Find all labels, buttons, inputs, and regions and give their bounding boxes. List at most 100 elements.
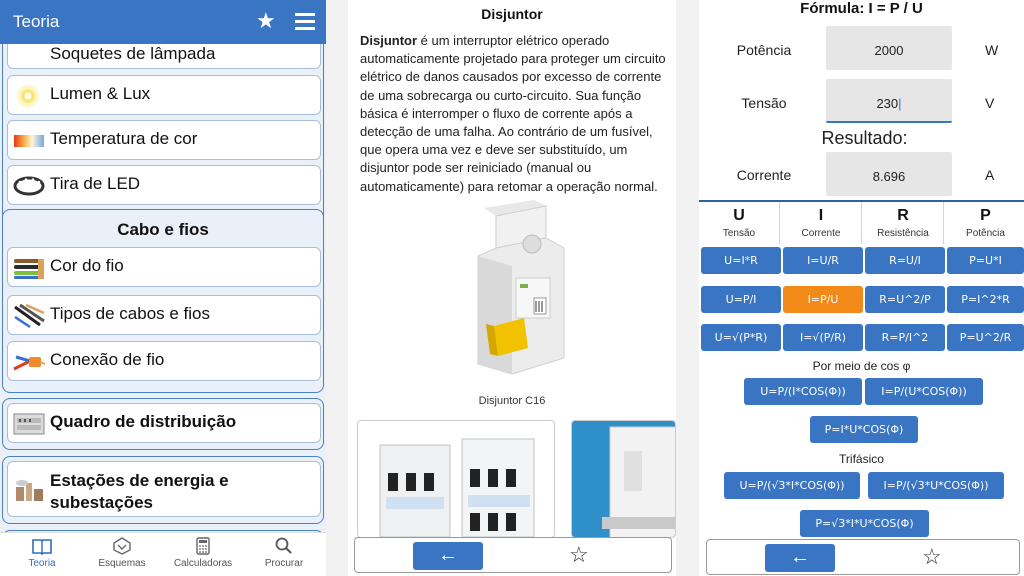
formula-button[interactable]: P=U^2/R [947, 324, 1024, 351]
current-label: Corrente [736, 167, 792, 183]
breaker-pair-image [379, 438, 535, 537]
back-button[interactable]: ← [413, 542, 483, 570]
text-cursor: | [898, 96, 902, 111]
arrow-left-icon: ← [438, 544, 458, 566]
formula-button[interactable]: I=U/R [783, 247, 863, 274]
list-item-label: Tira de LED [50, 174, 141, 193]
article-text: é um interruptor elétrico operado automa… [360, 33, 666, 194]
quantity-r: R Resistência [863, 202, 944, 244]
nav-theory[interactable]: Teoria [2, 537, 82, 569]
formula-button[interactable]: U=√(P*R) [701, 324, 781, 351]
quantity-i: I Corrente [781, 202, 862, 244]
list-item-label: Tipos de cabos e fios [50, 304, 211, 323]
nav-label: Esquemas [98, 558, 146, 569]
three-phase-title: Trifásico [839, 452, 884, 466]
cos-formula-button[interactable]: U=P/(I*COS(Φ)) [744, 378, 862, 405]
breaker-rail-image [572, 421, 675, 537]
schematic-icon [113, 537, 131, 555]
voltage-value: 230 [876, 96, 899, 111]
book-icon [32, 539, 52, 555]
three-phase-formula-button[interactable]: P=√3*I*U*COS(Φ) [800, 510, 929, 537]
star-outline-icon: ☆ [569, 542, 589, 567]
three-phase-formula-button[interactable]: U=P/(√3*I*COS(Φ)) [724, 472, 860, 499]
color-gradient-icon [14, 135, 44, 147]
current-unit: A [985, 167, 995, 183]
power-stations-group: Estações de energia e subestações [2, 456, 324, 524]
cos-phi-title: Por meio de cos φ [812, 359, 911, 373]
list-item-label-line1: Estações de energia e [50, 471, 229, 490]
list-item-color-temperature[interactable]: Temperatura de cor [7, 120, 321, 160]
list-item-label: Lumen & Lux [50, 84, 151, 103]
bottom-navigation: Teoria Esquemas Calculadoras Procurar [0, 532, 326, 576]
nav-search[interactable]: Procurar [244, 537, 324, 569]
power-unit: W [985, 42, 999, 58]
voltage-label: Tensão [741, 95, 787, 111]
power-label: Potência [736, 42, 792, 58]
result-label: Resultado: [821, 128, 908, 148]
nav-label: Calculadoras [173, 558, 233, 569]
three-phase-formula-button[interactable]: I=P/(√3*U*COS(Φ)) [868, 472, 1004, 499]
article-title: Disjuntor [481, 6, 543, 22]
list-item-label: Quadro de distribuição [50, 412, 237, 431]
quantity-symbol: U [733, 207, 745, 224]
quantity-name: Resistência [877, 228, 929, 239]
list-item-wire-connection[interactable]: Conexão de fio [7, 341, 321, 381]
calculator-icon [196, 537, 210, 555]
calculator-toolbar: ← ☆ [706, 539, 1020, 575]
nav-schematics[interactable]: Esquemas [82, 537, 162, 569]
formula-button[interactable]: P=I^2*R [947, 286, 1024, 313]
list-item-power-stations[interactable]: Estações de energia e subestações [7, 461, 321, 517]
favorite-button[interactable]: ☆ [922, 545, 942, 569]
list-item-label: Cor do fio [50, 256, 124, 275]
nav-calculators[interactable]: Calculadoras [163, 537, 243, 569]
cable-types-icon [14, 303, 45, 329]
star-icon[interactable]: ★ [256, 10, 276, 32]
led-strip-icon [13, 176, 45, 196]
list-item-led-strip[interactable]: Tira de LED [7, 165, 321, 205]
list-item-distribution-board[interactable]: Quadro de distribuição [7, 403, 321, 443]
quantity-header: U Tensão I Corrente R Resistência P Potência [699, 200, 1024, 244]
quantity-symbol: I [818, 207, 824, 224]
app-title: Teoria [13, 12, 60, 31]
topic-list[interactable]: Soquetes de lâmpada Lumen & Lux Temperat… [0, 44, 326, 532]
list-item-lumen-lux[interactable]: Lumen & Lux [7, 75, 321, 115]
arrow-left-icon: ← [790, 546, 810, 568]
formula-button[interactable]: R=P/I^2 [865, 324, 945, 351]
gallery-image-1[interactable] [357, 420, 555, 538]
quantity-symbol: P [980, 207, 991, 224]
list-item-label-line2: subestações [50, 493, 153, 512]
article-screen: Disjuntor Disjuntor é um interruptor elé… [348, 0, 676, 576]
circuit-breaker-image [477, 200, 565, 375]
panel-gap [326, 0, 348, 576]
voltage-unit: V [985, 95, 995, 111]
back-button[interactable]: ← [765, 544, 835, 572]
panel-gap [676, 0, 699, 576]
article-body: Disjuntor é um interruptor elétrico oper… [360, 32, 668, 196]
quantity-name: Potência [966, 228, 1005, 239]
list-item-wire-color[interactable]: Cor do fio [7, 247, 321, 287]
formula-button[interactable]: U=P/I [701, 286, 781, 313]
list-item-lamp-sockets[interactable]: Soquetes de lâmpada [7, 44, 321, 69]
voltage-input[interactable]: 230| [826, 79, 952, 123]
list-item-cable-types[interactable]: Tipos de cabos e fios [7, 295, 321, 335]
cos-formula-button[interactable]: P=I*U*COS(Φ) [810, 416, 918, 443]
formula-button[interactable]: R=U^2/P [865, 286, 945, 313]
article-toolbar: ← ☆ [354, 537, 672, 573]
gallery-image-2[interactable] [571, 420, 676, 538]
article-term: Disjuntor [360, 33, 418, 48]
formula-button[interactable]: R=U/I [865, 247, 945, 274]
favorite-button[interactable]: ☆ [569, 543, 589, 567]
formula-button[interactable]: U=I*R [701, 247, 781, 274]
power-input[interactable]: 2000 [826, 26, 952, 70]
nav-label: Teoria [28, 558, 56, 569]
cos-formula-button[interactable]: I=P/(U*COS(Φ)) [865, 378, 983, 405]
formula-button[interactable]: P=U*I [947, 247, 1024, 274]
list-item-label: Temperatura de cor [50, 129, 198, 148]
quantity-name: Tensão [722, 228, 756, 239]
formula-button-selected[interactable]: I=P/U [783, 286, 863, 313]
distribution-board-icon [13, 413, 45, 435]
nav-label: Procurar [264, 558, 304, 569]
hamburger-menu-icon[interactable] [295, 13, 315, 30]
formula-button[interactable]: I=√(P/R) [783, 324, 863, 351]
image-caption: Disjuntor C16 [478, 395, 546, 407]
